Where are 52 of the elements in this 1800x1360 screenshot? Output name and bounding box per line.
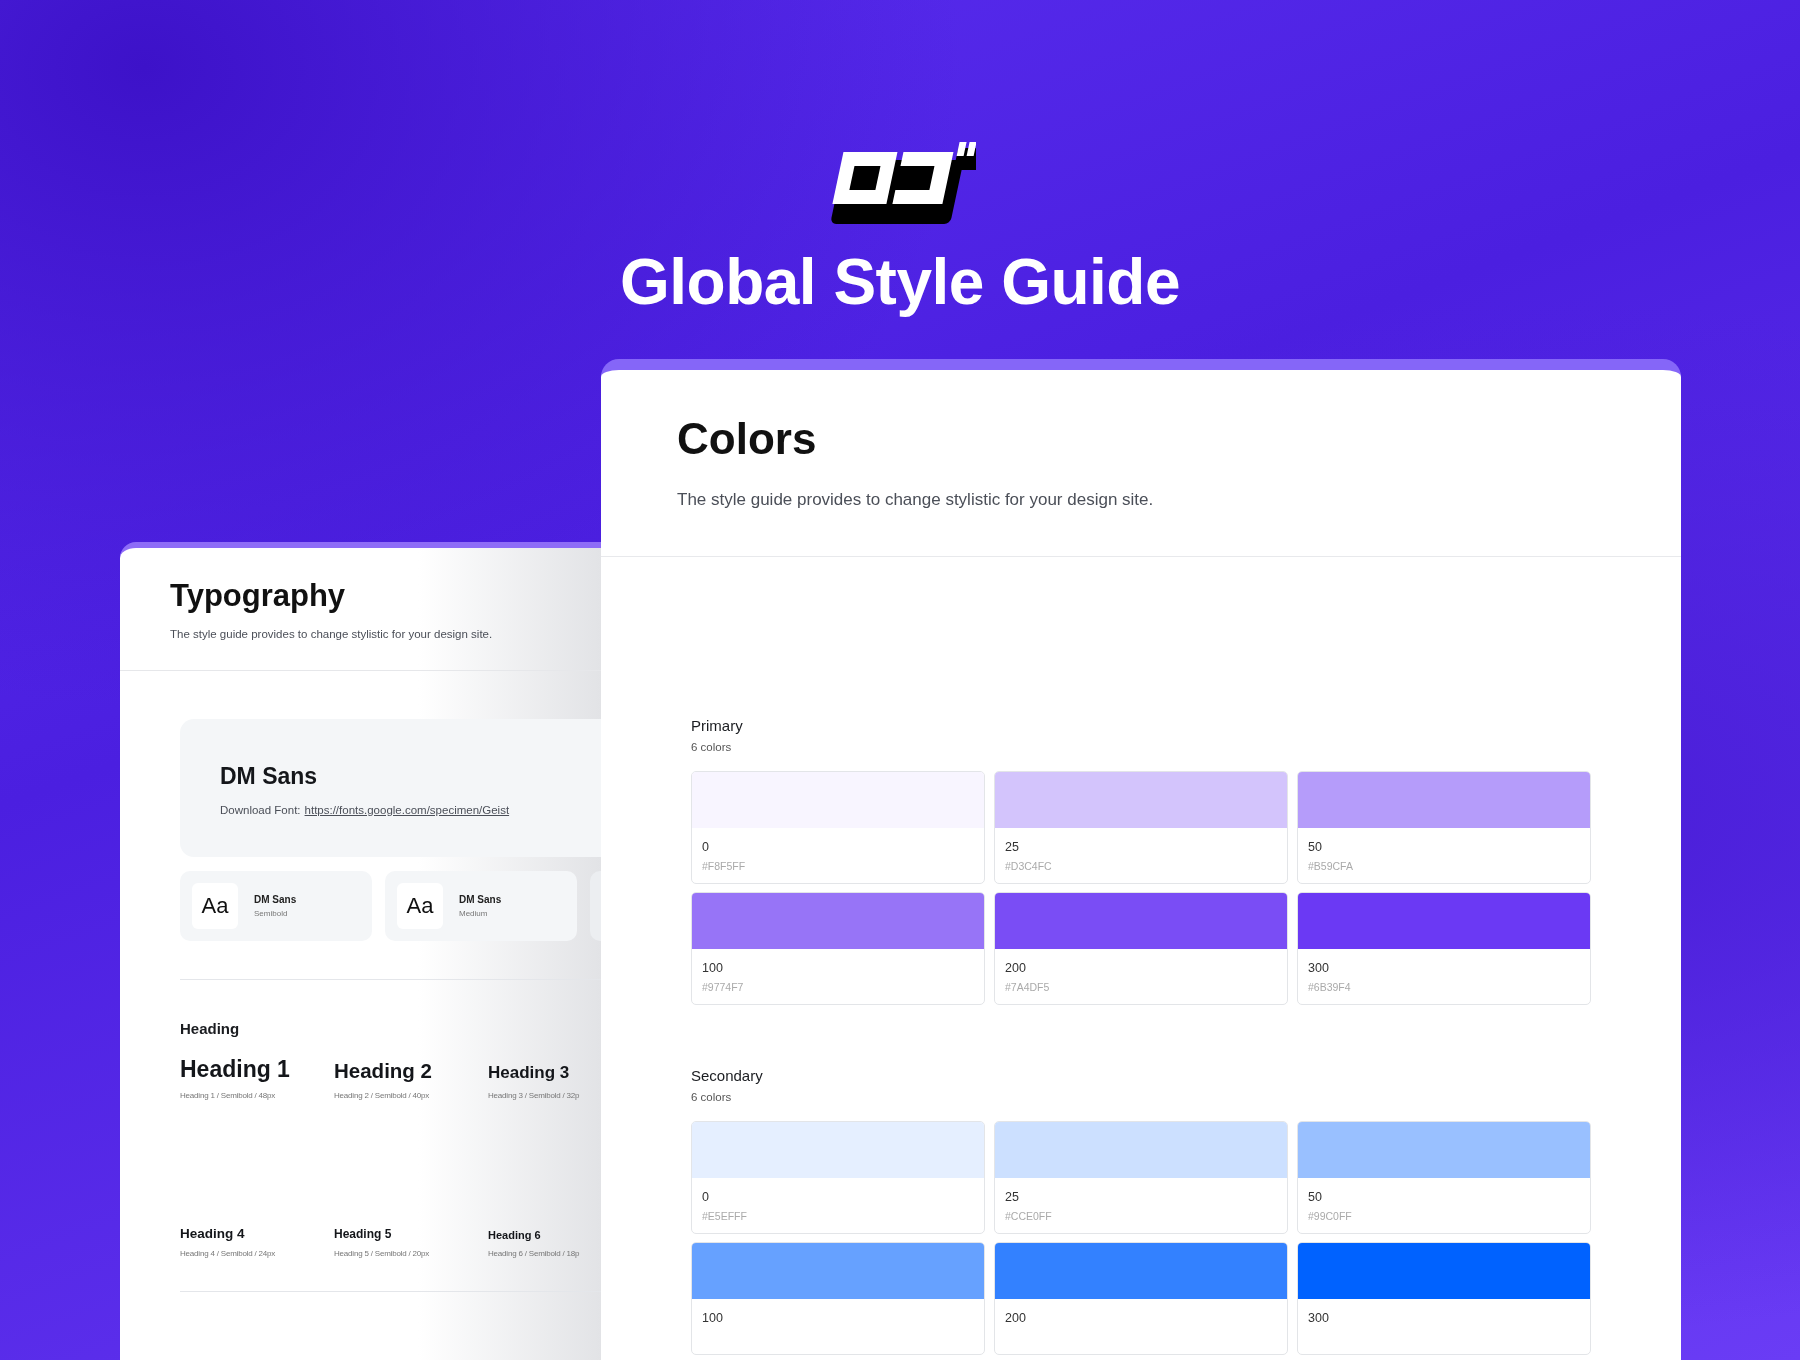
heading-sample: Heading 2 xyxy=(334,1057,433,1083)
heading-spec: Heading 3 / Semibold / 32p xyxy=(488,1090,581,1100)
color-count: 6 colors xyxy=(691,740,733,753)
color-step: 200 xyxy=(1005,1310,1287,1325)
color-step: 0 xyxy=(702,839,984,854)
font-weight: Semibold xyxy=(254,908,289,918)
group-title: Primary xyxy=(691,716,744,734)
color-hex: #99C0FF xyxy=(1308,1209,1353,1222)
color-hex: #B59CFA xyxy=(1308,859,1354,872)
section-title: Colors xyxy=(677,413,818,464)
color-hex: #6B39F4 xyxy=(1308,980,1352,993)
color-hex: #E5EFFF xyxy=(702,1209,748,1222)
heading-spec: Heading 1 / Semibold / 48px xyxy=(180,1090,277,1100)
section-subtitle: The style guide provides to change stylistic for your design site. xyxy=(170,627,494,640)
color-step: 25 xyxy=(1005,839,1287,854)
font-name: DM Sans xyxy=(459,893,502,905)
color-hex: #7A4DF5 xyxy=(1005,980,1051,993)
page-title: Global Style Guide xyxy=(620,245,1180,320)
heading-sample: Heading 6 xyxy=(488,1227,542,1241)
font-sample: Aa xyxy=(192,882,238,929)
section-subtitle: The style guide provides to change stylistic for your design site. xyxy=(677,489,1155,510)
heading-sample: Heading 4 xyxy=(180,1224,246,1241)
heading-sample: Heading 3 xyxy=(488,1061,571,1083)
color-hex: #CCE0FF xyxy=(1005,1209,1053,1222)
color-count: 6 colors xyxy=(691,1090,733,1103)
heading-spec: Heading 5 / Semibold / 20px xyxy=(334,1248,431,1258)
subsection-title: Heading xyxy=(180,1019,241,1037)
color-step: 200 xyxy=(1005,960,1287,975)
color-hex: #D3C4FC xyxy=(1005,859,1053,872)
heading-spec: Heading 2 / Semibold / 40px xyxy=(334,1090,431,1100)
heading-sample: Heading 1 xyxy=(180,1054,291,1083)
color-step: 300 xyxy=(1308,960,1590,975)
font-sample: Aa xyxy=(397,882,443,929)
color-step: 50 xyxy=(1308,1189,1590,1204)
heading-spec: Heading 6 / Semibold / 18p xyxy=(488,1248,581,1258)
color-step: 0 xyxy=(702,1189,984,1204)
group-title: Secondary xyxy=(691,1066,764,1084)
color-step: 100 xyxy=(702,1310,984,1325)
color-step: 25 xyxy=(1005,1189,1287,1204)
download-label: Download Font: xyxy=(220,803,301,816)
download-link[interactable]: https://fonts.google.com/specimen/Geist xyxy=(304,803,510,816)
color-hex: #9774F7 xyxy=(702,980,745,993)
font-weight: Medium xyxy=(459,908,489,918)
color-step: 100 xyxy=(702,960,984,975)
font-name: DM Sans xyxy=(254,893,297,905)
heading-spec: Heading 4 / Semibold / 24px xyxy=(180,1248,277,1258)
color-hex: #F8F5FF xyxy=(702,859,747,872)
color-step: 300 xyxy=(1308,1310,1590,1325)
color-step: 50 xyxy=(1308,839,1590,854)
section-title: Typography xyxy=(170,577,347,614)
font-name: DM Sans xyxy=(220,762,319,790)
heading-sample: Heading 5 xyxy=(334,1225,393,1241)
